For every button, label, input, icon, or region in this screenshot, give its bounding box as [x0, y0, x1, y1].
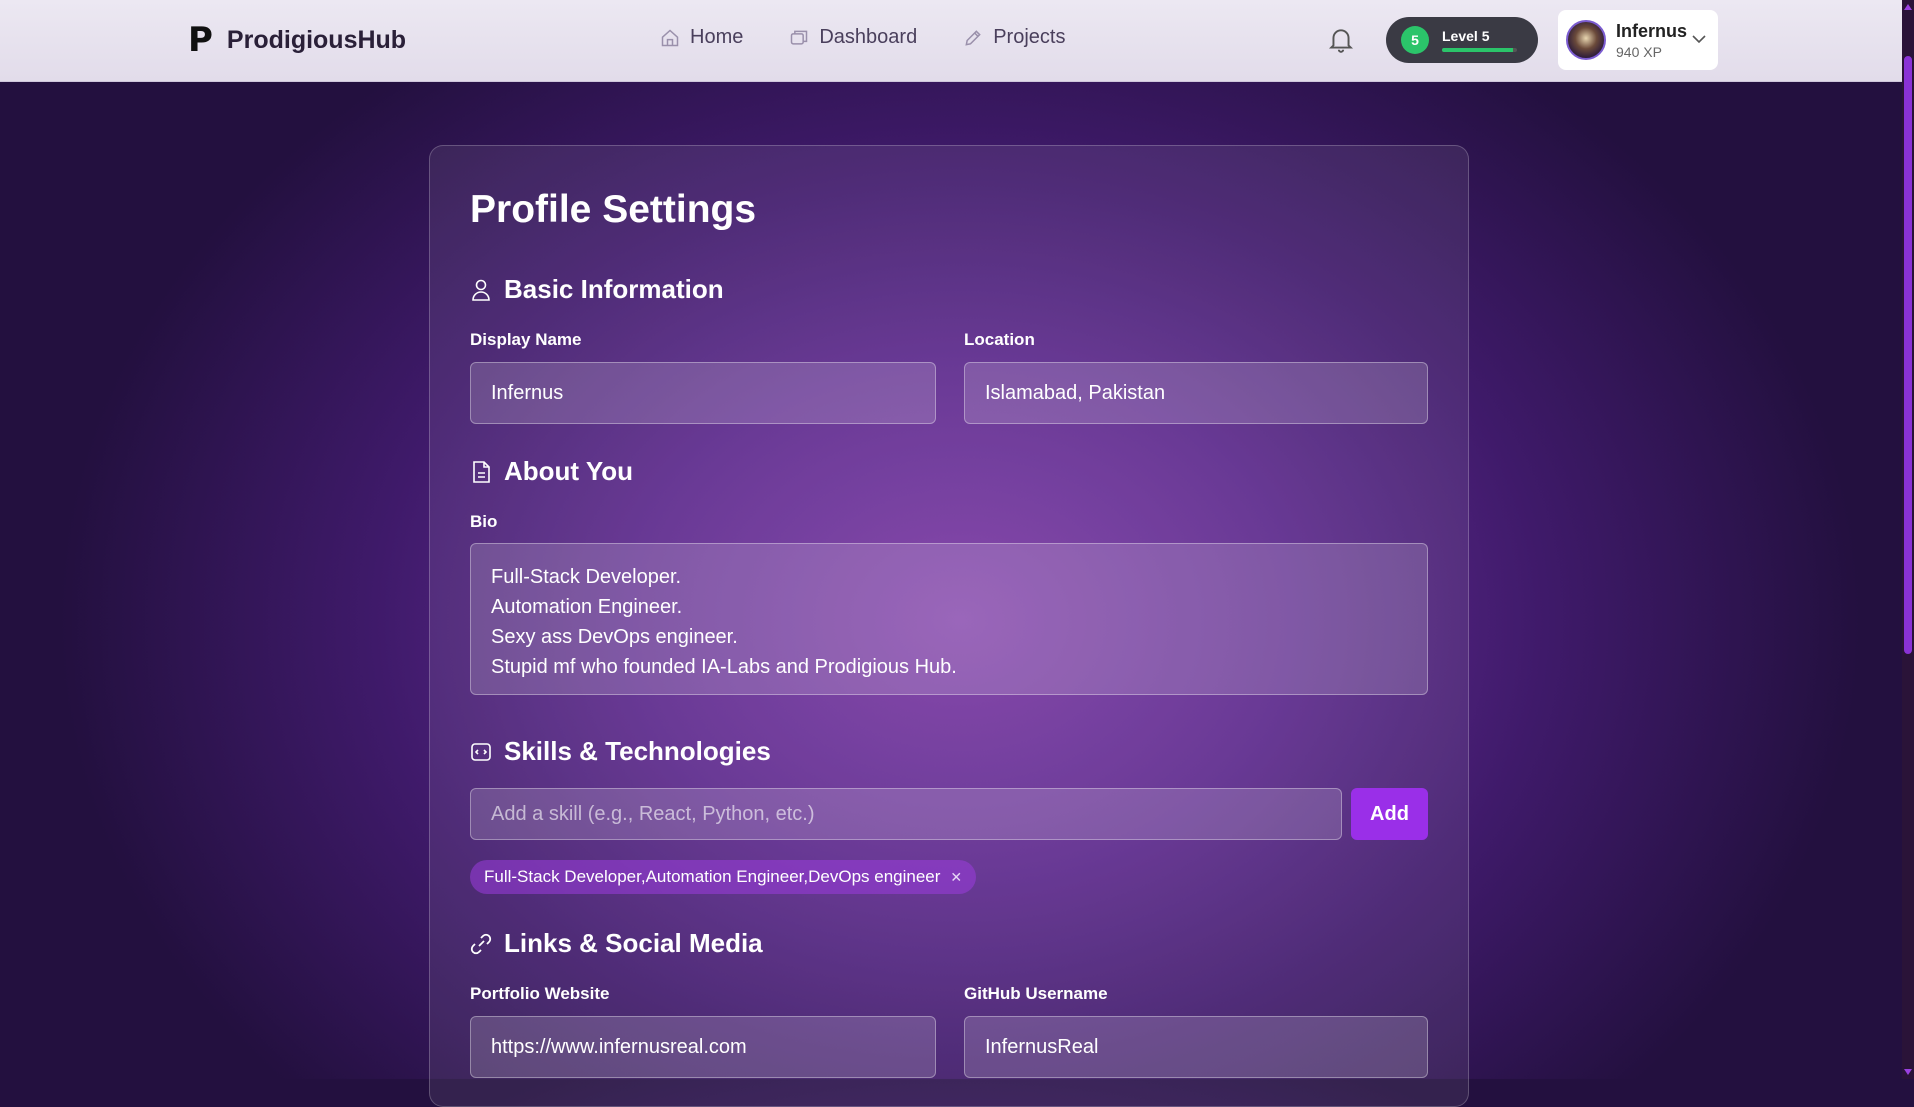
github-label: GitHub Username	[964, 984, 1108, 1003]
portfolio-field[interactable]: https://www.infernusreal.com	[470, 1016, 936, 1078]
chevron-down-icon	[1692, 35, 1706, 44]
level-progress-bar	[1442, 48, 1517, 52]
section-basic-info: Basic Information	[470, 274, 724, 305]
level-label: Level 5	[1442, 28, 1490, 44]
remove-skill-icon[interactable]: ✕	[950, 869, 962, 886]
section-links: Links & Social Media	[470, 928, 763, 959]
section-skills: Skills & Technologies	[470, 736, 771, 767]
bio-line: Sexy ass DevOps engineer.	[491, 626, 738, 648]
level-indicator[interactable]: 5 Level 5	[1386, 17, 1538, 63]
section-about-you: About You	[470, 456, 633, 487]
nav-dashboard-label: Dashboard	[819, 26, 918, 48]
portfolio-label: Portfolio Website	[470, 984, 610, 1003]
page-scrollbar[interactable]	[1902, 0, 1914, 1079]
scroll-up-icon[interactable]	[1904, 4, 1912, 10]
brand-logo[interactable]: P ProdigiousHub	[188, 20, 406, 60]
section-links-title: Links & Social Media	[504, 928, 763, 958]
pencil-icon	[965, 29, 981, 46]
scroll-down-icon[interactable]	[1904, 1069, 1912, 1075]
display-name-label: Display Name	[470, 330, 582, 349]
section-basic-info-title: Basic Information	[504, 274, 724, 304]
bell-icon[interactable]	[1328, 26, 1354, 54]
section-skills-title: Skills & Technologies	[504, 736, 771, 766]
user-xp: 940 XP	[1616, 43, 1662, 60]
nav-home-label: Home	[690, 26, 744, 48]
bio-line: Stupid mf who founded IA-Labs and Prodig…	[491, 656, 957, 678]
skill-chip-label: Full-Stack Developer,Automation Engineer…	[484, 867, 941, 886]
level-progress-fill	[1442, 48, 1514, 52]
bio-label: Bio	[470, 512, 498, 531]
avatar	[1566, 20, 1606, 60]
user-icon	[472, 279, 490, 301]
github-field[interactable]: InfernusReal	[964, 1016, 1428, 1078]
nav-projects[interactable]: Projects	[963, 26, 1065, 49]
user-name: Infernus	[1616, 20, 1688, 41]
dashboard-icon	[791, 30, 808, 45]
skill-chip: Full-Stack Developer,Automation Engineer…	[470, 860, 977, 894]
top-navbar: P ProdigiousHub Home Dashboard Projects …	[0, 0, 1902, 82]
location-field[interactable]: Islamabad, Pakistan	[964, 362, 1428, 424]
user-menu[interactable]: Infernus 940 XP	[1558, 10, 1718, 70]
nav-dashboard[interactable]: Dashboard	[789, 26, 917, 49]
add-skill-button[interactable]: Add	[1351, 788, 1428, 840]
link-icon	[470, 933, 492, 954]
bio-textarea[interactable]: Full-Stack Developer. Automation Enginee…	[470, 543, 1428, 695]
section-about-you-title: About You	[504, 456, 634, 486]
profile-settings-card: Profile Settings Basic Information Displ…	[429, 145, 1469, 1107]
nav-home[interactable]: Home	[660, 26, 743, 49]
brand-name: ProdigiousHub	[226, 25, 407, 54]
page-title: Profile Settings	[470, 188, 757, 231]
scrollbar-thumb[interactable]	[1904, 56, 1912, 654]
bio-line: Full-Stack Developer.	[491, 566, 682, 588]
code-icon	[471, 742, 491, 761]
logo-mark-icon: P	[188, 20, 213, 60]
nav-projects-label: Projects	[993, 26, 1066, 48]
location-label: Location	[964, 330, 1035, 349]
bio-line: Automation Engineer.	[491, 596, 683, 618]
main-nav: Home Dashboard Projects	[660, 26, 1065, 49]
home-icon	[661, 28, 679, 46]
document-icon	[473, 460, 490, 483]
level-number-badge: 5	[1401, 26, 1429, 54]
skill-input[interactable]: Add a skill (e.g., React, Python, etc.)	[470, 788, 1342, 840]
display-name-field[interactable]: Infernus	[470, 362, 936, 424]
